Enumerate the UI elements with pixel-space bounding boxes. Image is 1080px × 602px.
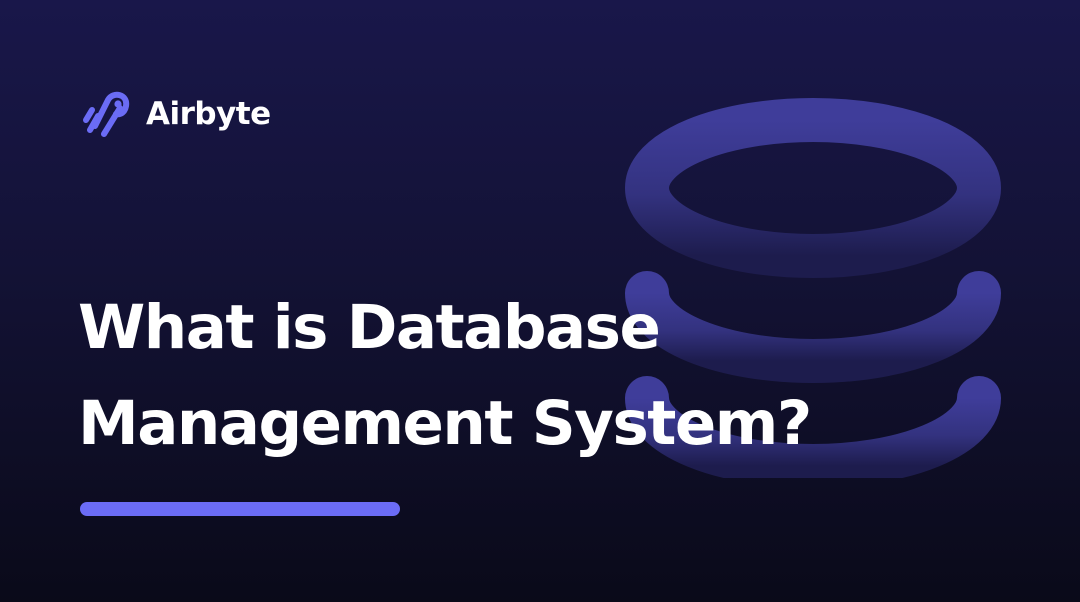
title-line-1: What is Database [78,292,661,363]
page-title: What is Database Management System? [78,280,812,472]
accent-underline [80,502,400,516]
title-line-2: Management System? [78,388,812,459]
airbyte-logo-icon [83,91,130,137]
brand-name: Airbyte [146,95,271,132]
airbyte-logo: Airbyte [80,86,271,142]
hero-banner: Airbyte What is Database Management Syst… [0,0,1080,602]
